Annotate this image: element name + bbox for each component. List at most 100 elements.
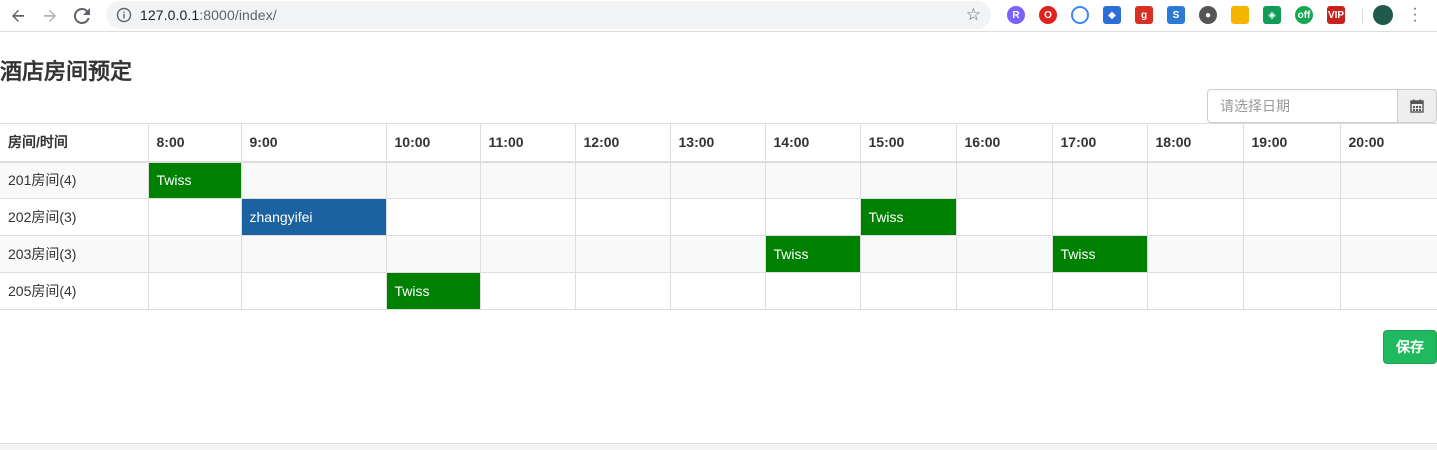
empty-slot[interactable] — [1242, 272, 1341, 310]
empty-slot[interactable] — [479, 272, 576, 310]
booked-slot[interactable]: Twiss — [385, 272, 481, 310]
header-row: 房间/时间 8:00 9:00 10:00 11:00 12:00 13:00 14:00 1… — [0, 123, 1437, 163]
empty-slot[interactable] — [574, 272, 671, 310]
empty-slot[interactable] — [147, 198, 242, 236]
empty-slot[interactable] — [1339, 161, 1437, 199]
empty-slot[interactable] — [240, 161, 387, 199]
empty-slot[interactable] — [240, 235, 387, 273]
empty-slot[interactable] — [1146, 161, 1244, 199]
booked-slot[interactable]: Twiss — [1051, 235, 1148, 273]
graduation-cap-extension-icon[interactable]: ◆ — [1103, 6, 1121, 24]
empty-slot[interactable] — [1242, 198, 1341, 236]
empty-slot[interactable] — [669, 161, 766, 199]
url-text: 127.0.0.1:8000/index/ — [140, 7, 277, 23]
empty-slot[interactable] — [147, 272, 242, 310]
empty-slot[interactable] — [1339, 272, 1437, 310]
booked-slot[interactable]: Twiss — [764, 235, 861, 273]
reload-icon[interactable] — [70, 4, 94, 28]
extension-r-icon[interactable]: R — [1007, 6, 1025, 24]
empty-slot[interactable] — [764, 272, 861, 310]
empty-slot[interactable] — [1146, 198, 1244, 236]
corner-header: 房间/时间 — [0, 123, 149, 163]
profile-avatar-icon[interactable] — [1373, 5, 1393, 25]
checkmark-extension-icon[interactable] — [1071, 6, 1089, 24]
colorful-extension-icon[interactable] — [1231, 6, 1249, 24]
hour-header: 10:00 — [385, 123, 481, 163]
forward-arrow-icon[interactable] — [38, 4, 62, 28]
save-button[interactable]: 保存 — [1383, 330, 1437, 364]
empty-slot[interactable] — [1242, 161, 1341, 199]
booked-slot[interactable]: zhangyifei — [240, 198, 387, 236]
table-row: 202房间(3) zhangyifei Twiss — [0, 198, 1437, 236]
bookmark-star-icon[interactable]: ☆ — [966, 5, 981, 25]
room-label: 202房间(3) — [0, 198, 149, 236]
empty-slot[interactable] — [385, 161, 481, 199]
empty-slot[interactable] — [479, 161, 576, 199]
empty-slot[interactable] — [764, 161, 861, 199]
empty-slot[interactable] — [1051, 272, 1148, 310]
hour-header: 13:00 — [669, 123, 766, 163]
empty-slot[interactable] — [955, 235, 1053, 273]
browser-toolbar: 127.0.0.1:8000/index/ ☆ R O ◆ g S ● ◈ of… — [0, 0, 1437, 32]
toolbar-divider — [1362, 8, 1363, 24]
hour-header: 19:00 — [1242, 123, 1341, 163]
kebab-menu-icon[interactable]: · · · — [1410, 1, 1420, 29]
date-input[interactable] — [1207, 89, 1398, 123]
hour-header: 11:00 — [479, 123, 576, 163]
room-label: 203房间(3) — [0, 235, 149, 273]
empty-slot[interactable] — [1146, 272, 1244, 310]
grid-extension-icon[interactable]: ◈ — [1263, 6, 1281, 24]
google-extension-icon[interactable]: g — [1135, 6, 1153, 24]
empty-slot[interactable] — [955, 198, 1053, 236]
empty-slot[interactable] — [574, 161, 671, 199]
empty-slot[interactable] — [574, 235, 671, 273]
table-row: 205房间(4) Twiss — [0, 272, 1437, 310]
hour-header: 12:00 — [574, 123, 671, 163]
back-arrow-icon[interactable] — [6, 4, 30, 28]
empty-slot[interactable] — [669, 235, 766, 273]
empty-slot[interactable] — [1146, 235, 1244, 273]
off-extension-icon[interactable]: off — [1295, 6, 1313, 24]
table-row: 201房间(4) Twiss — [0, 161, 1437, 199]
calendar-icon[interactable] — [1397, 89, 1437, 123]
booked-slot[interactable]: Twiss — [859, 198, 957, 236]
hour-header: 15:00 — [859, 123, 957, 163]
empty-slot[interactable] — [669, 198, 766, 236]
empty-slot[interactable] — [1339, 235, 1437, 273]
empty-slot[interactable] — [955, 161, 1053, 199]
empty-slot[interactable] — [764, 198, 861, 236]
opera-extension-icon[interactable]: O — [1039, 6, 1057, 24]
empty-slot[interactable] — [1051, 161, 1148, 199]
pawprint-extension-icon[interactable]: ● — [1199, 6, 1217, 24]
room-label: 201房间(4) — [0, 161, 149, 199]
empty-slot[interactable] — [147, 235, 242, 273]
url-host: 127.0.0.1 — [140, 7, 200, 23]
empty-slot[interactable] — [479, 198, 576, 236]
hour-header: 17:00 — [1051, 123, 1148, 163]
table-body: 201房间(4) Twiss 202房间(3) zhangyifei Twiss 203房… — [0, 161, 1437, 310]
info-icon[interactable] — [116, 7, 132, 23]
address-bar[interactable]: 127.0.0.1:8000/index/ ☆ — [106, 1, 991, 29]
hour-header: 20:00 — [1339, 123, 1437, 163]
date-picker — [1207, 89, 1437, 123]
empty-slot[interactable] — [859, 235, 957, 273]
empty-slot[interactable] — [385, 198, 481, 236]
empty-slot[interactable] — [385, 235, 481, 273]
empty-slot[interactable] — [859, 272, 957, 310]
hour-header: 14:00 — [764, 123, 861, 163]
empty-slot[interactable] — [1339, 198, 1437, 236]
booked-slot[interactable]: Twiss — [147, 161, 242, 199]
empty-slot[interactable] — [240, 272, 387, 310]
empty-slot[interactable] — [669, 272, 766, 310]
empty-slot[interactable] — [479, 235, 576, 273]
empty-slot[interactable] — [574, 198, 671, 236]
url-path: :8000/index/ — [199, 7, 277, 23]
vip-extension-icon[interactable]: VIP — [1327, 6, 1345, 24]
hour-header: 16:00 — [955, 123, 1053, 163]
page-title: 酒店房间预定 — [0, 59, 133, 84]
s-extension-icon[interactable]: S — [1167, 6, 1185, 24]
empty-slot[interactable] — [859, 161, 957, 199]
empty-slot[interactable] — [1242, 235, 1341, 273]
empty-slot[interactable] — [1051, 198, 1148, 236]
empty-slot[interactable] — [955, 272, 1053, 310]
